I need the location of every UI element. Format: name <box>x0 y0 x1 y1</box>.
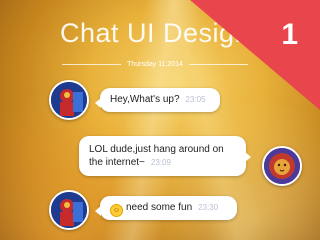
lion-avatar-icon <box>264 148 300 184</box>
ribbon-number: 1 <box>281 18 298 51</box>
message-time: 23:09 <box>150 158 171 167</box>
conversation-date: Thursday 11,2014 <box>127 60 183 68</box>
message-time: 23:05 <box>185 95 206 104</box>
date-divider-rule-left <box>62 63 122 65</box>
contact-avatar[interactable] <box>49 80 89 120</box>
date-divider: Thursday 11,2014 <box>62 58 249 70</box>
message-time: 23:30 <box>198 203 219 212</box>
chat-message-bubble[interactable]: LOL dude,just hang around on the interne… <box>79 136 251 176</box>
superhero-avatar-icon <box>51 82 87 118</box>
message-text: Hey,What's up? <box>110 94 180 105</box>
contact-avatar[interactable] <box>49 190 89 230</box>
chat-message-bubble[interactable]: Hey,What's up? 23:05 <box>95 88 220 112</box>
date-divider-rule-right <box>188 63 249 65</box>
superhero-avatar-icon <box>51 192 87 228</box>
chat-message-bubble[interactable]: ☺ need some fun 23:30 <box>95 196 237 220</box>
smile-emoji-icon: ☺ <box>110 204 123 217</box>
user-avatar[interactable] <box>262 146 302 186</box>
message-text: need some fun <box>126 202 193 213</box>
